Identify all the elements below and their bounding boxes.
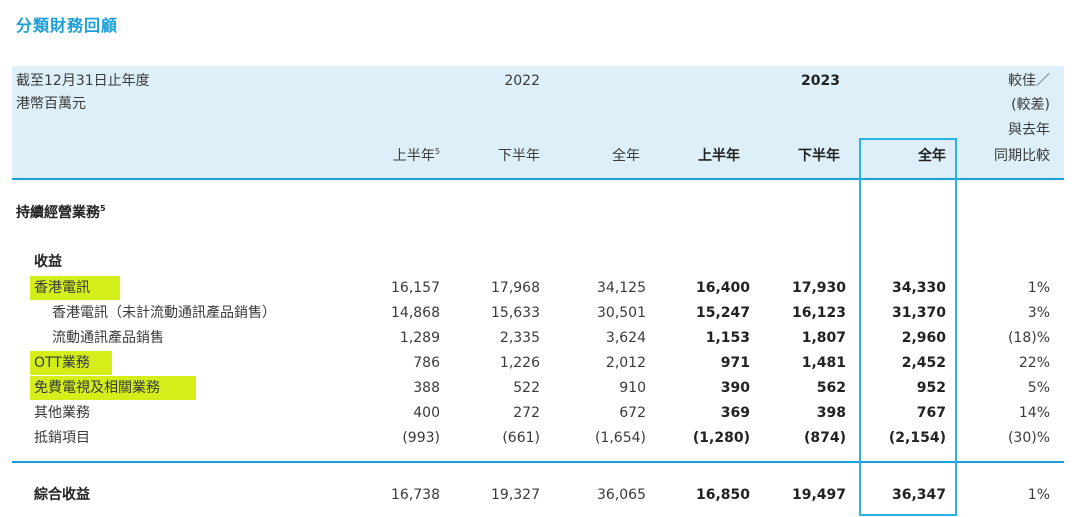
- table-cell: 17,930: [791, 280, 846, 296]
- period-label: 截至12月31日止年度: [16, 73, 150, 89]
- table-cell: 17,968: [491, 280, 540, 296]
- table-cell: 15,247: [695, 305, 750, 321]
- full-year-2023-highlight: [859, 138, 957, 516]
- revenue-label: 收益: [34, 254, 62, 270]
- table-cell: 910: [619, 380, 646, 396]
- table-cell: 400: [413, 405, 440, 421]
- section-label: 持續經營業務5: [16, 204, 106, 221]
- change-header-2: (較差): [1011, 97, 1050, 113]
- change-header-4: 同期比較: [994, 148, 1050, 164]
- table-cell: 1,153: [705, 330, 750, 346]
- currency-label: 港幣百萬元: [16, 96, 86, 112]
- table-cell: 1,807: [801, 330, 846, 346]
- table-cell: (661): [502, 430, 540, 446]
- col-h2-2023: 下半年: [798, 148, 840, 164]
- row-label: OTT業務: [34, 355, 90, 371]
- total-cell: 1%: [1027, 487, 1050, 503]
- row-label: 香港電訊（未計流動通訊產品銷售）: [52, 305, 276, 321]
- col-fy-2022: 全年: [612, 148, 640, 164]
- row-label: 抵銷項目: [34, 430, 90, 446]
- table-cell: 272: [513, 405, 540, 421]
- table-cell: 2,012: [605, 355, 646, 371]
- page-title: 分類財務回顧: [16, 16, 119, 35]
- table-cell: 388: [413, 380, 440, 396]
- table-cell: 562: [816, 380, 846, 396]
- table-cell: 30,501: [597, 305, 646, 321]
- table-cell: 1,226: [499, 355, 540, 371]
- total-cell: 16,738: [391, 487, 440, 503]
- row-label: 其他業務: [34, 405, 90, 421]
- table-cell: 34,125: [597, 280, 646, 296]
- table-cell: 22%: [1018, 355, 1050, 371]
- total-cell: 36,065: [597, 487, 646, 503]
- table-cell: 14,868: [391, 305, 440, 321]
- table-cell: (18)%: [1007, 330, 1050, 346]
- table-cell: 1%: [1027, 280, 1050, 296]
- table-cell: 5%: [1027, 380, 1050, 396]
- table-cell: 16,157: [391, 280, 440, 296]
- table-cell: 522: [513, 380, 540, 396]
- col-h1-2023: 上半年: [698, 148, 740, 164]
- table-cell: 369: [720, 405, 750, 421]
- change-header-3: 與去年: [1008, 122, 1050, 138]
- table-cell: 1,481: [801, 355, 846, 371]
- table-cell: 16,400: [695, 280, 750, 296]
- total-cell: 19,327: [491, 487, 540, 503]
- year-2022: 2022: [504, 73, 540, 89]
- col-h2-2022: 下半年: [498, 148, 540, 164]
- table-cell: (1,654): [594, 430, 646, 446]
- table-cell: 390: [720, 380, 750, 396]
- col-h1-2022: 上半年5: [392, 147, 440, 164]
- table-cell: (993): [402, 430, 440, 446]
- table-cell: 16,123: [791, 305, 846, 321]
- table-cell: 14%: [1018, 405, 1050, 421]
- table-cell: 971: [720, 355, 750, 371]
- table-cell: 672: [619, 405, 646, 421]
- table-cell: 3,624: [605, 330, 646, 346]
- row-label: 香港電訊: [34, 280, 90, 296]
- row-label: 流動通訊產品銷售: [52, 330, 164, 346]
- table-cell: 786: [413, 355, 440, 371]
- table-cell: (1,280): [692, 430, 750, 446]
- total-cell: 16,850: [695, 487, 750, 503]
- table-cell: 3%: [1027, 305, 1050, 321]
- table-cell: 1,289: [399, 330, 440, 346]
- table-cell: 398: [816, 405, 846, 421]
- total-cell: 19,497: [791, 487, 846, 503]
- table-cell: 15,633: [491, 305, 540, 321]
- change-header-1: 較佳／: [1008, 73, 1050, 89]
- row-label: 免費電視及相關業務: [34, 380, 160, 396]
- total-label: 綜合收益: [34, 487, 90, 503]
- year-2023: 2023: [801, 73, 840, 89]
- table-cell: 2,335: [499, 330, 540, 346]
- table-cell: (874): [803, 430, 846, 446]
- table-cell: (30)%: [1007, 430, 1050, 446]
